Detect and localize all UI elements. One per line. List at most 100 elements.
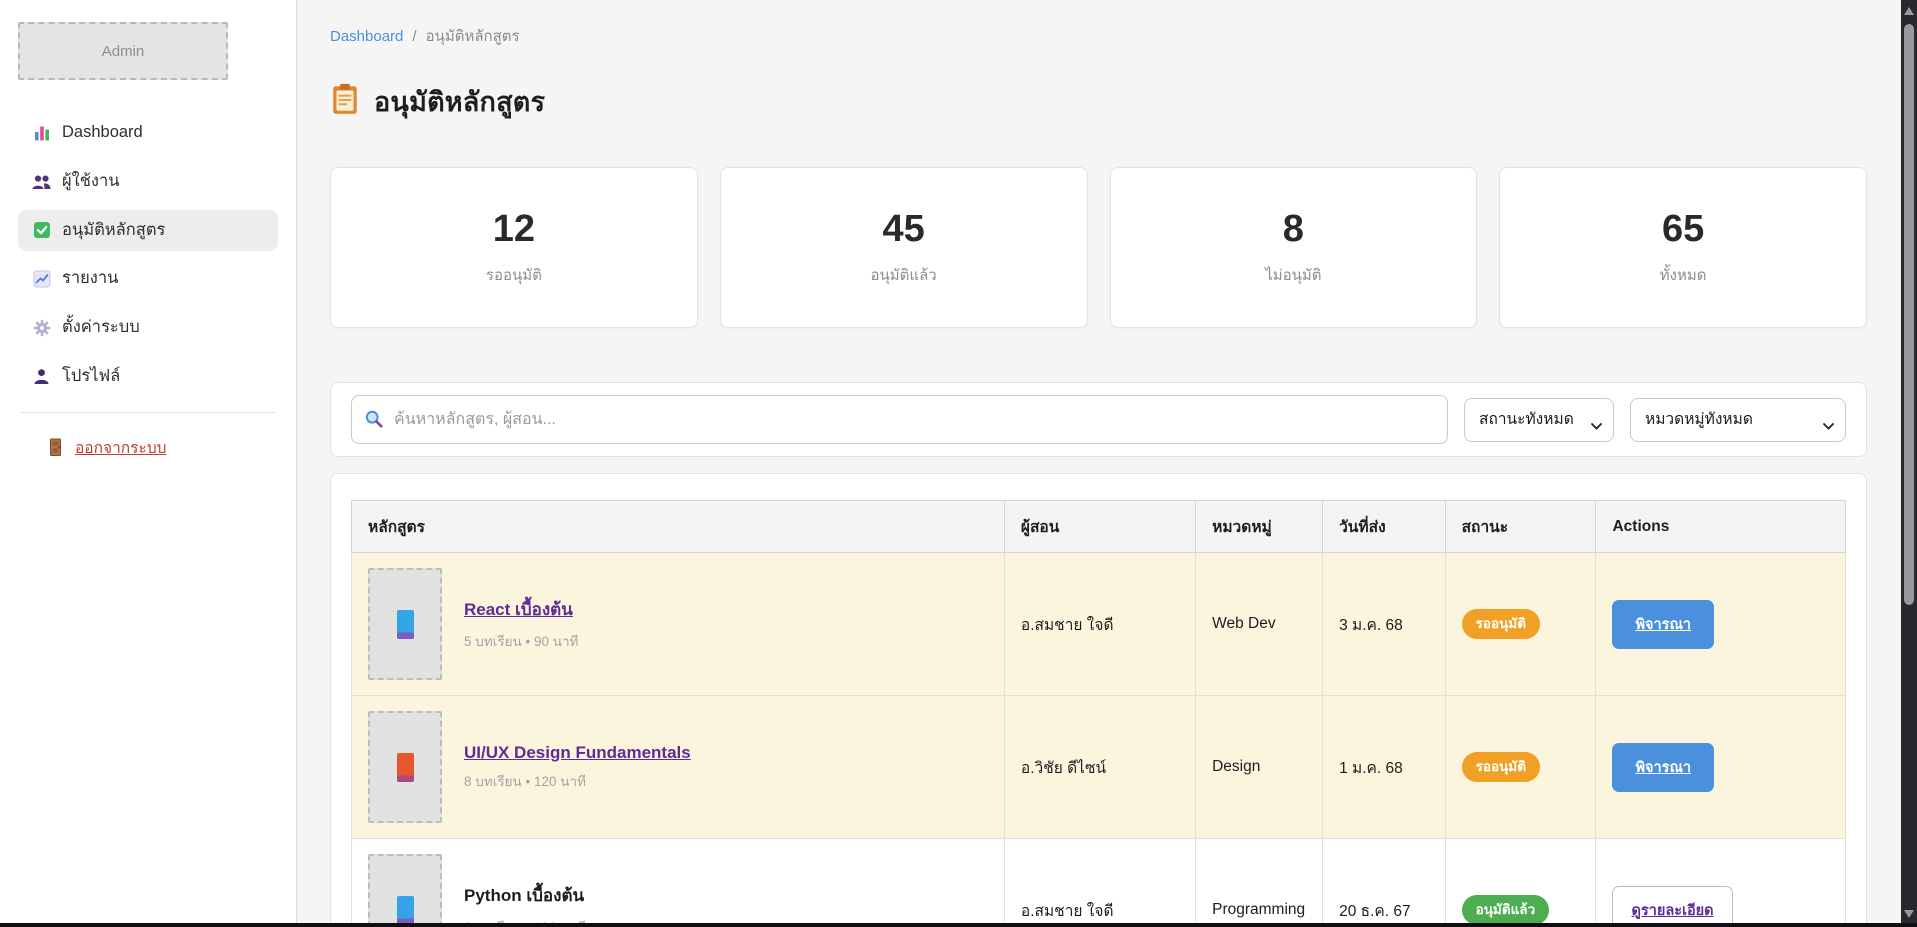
column-header-5: Actions (1596, 501, 1846, 553)
search-field (351, 395, 1448, 444)
logout-link[interactable]: ออกจากระบบ (46, 435, 278, 460)
check-square-icon (32, 221, 51, 239)
actions-cell: พิจารณา (1596, 553, 1846, 696)
table-row: React เบื้องต้น 5 บทเรียน • 90 นาที อ.สมชา… (352, 553, 1846, 696)
course-title-link[interactable]: UI/UX Design Fundamentals (464, 743, 691, 762)
status-badge: รออนุมัติ (1462, 752, 1540, 782)
course-table-panel: หลักสูตรผู้สอนหมวดหมู่วันที่ส่งสถานะActi… (330, 473, 1867, 927)
stat-value: 8 (1283, 208, 1304, 251)
course-title-link[interactable]: React เบื้องต้น (464, 600, 573, 619)
course-cell: UI/UX Design Fundamentals8 บทเรียน • 120… (352, 696, 1005, 839)
status-cell: อนุมัติแล้ว (1445, 839, 1596, 927)
window-bottom-edge (0, 923, 1917, 927)
course-info: Python เบื้องต้น8 บทเรียน • 120 นาที (464, 882, 586, 927)
scrollbar-thumb[interactable] (1904, 24, 1914, 605)
sidebar-item-label: อนุมัติหลักสูตร (62, 221, 165, 241)
course-thumbnail (368, 711, 442, 823)
course-title: Python เบื้องต้น (464, 882, 586, 909)
sidebar-item-profile[interactable]: โปรไฟล์ (18, 356, 278, 398)
stat-label: ไม่อนุมัติ (1265, 263, 1321, 287)
course-meta: 5 บทเรียน • 90 นาที (464, 630, 578, 652)
page-title: อนุมัติหลักสูตร (374, 80, 545, 123)
course-thumbnail-glyph (397, 753, 414, 782)
main-content: Dashboard / อนุมัติหลักสูตร อนุมัติหลักส… (297, 0, 1901, 927)
page-header: อนุมัติหลักสูตร (330, 80, 1867, 123)
breadcrumb-current: อนุมัติหลักสูตร (426, 24, 520, 48)
actions-cell: พิจารณา (1596, 696, 1846, 839)
sidebar-item-label: รายงาน (62, 269, 118, 289)
scrollbar-up-arrow[interactable] (1904, 7, 1914, 15)
review-button[interactable]: พิจารณา (1612, 600, 1714, 649)
course-cell-content: React เบื้องต้น 5 บทเรียน • 90 นาที (368, 568, 988, 680)
status-badge: อนุมัติแล้ว (1462, 895, 1550, 925)
course-thumbnail (368, 568, 442, 680)
view-details-button[interactable]: ดูรายละเอียด (1612, 886, 1732, 927)
sidebar-item-label: โปรไฟล์ (62, 367, 120, 387)
sidebar-item-reports[interactable]: รายงาน (18, 258, 278, 300)
breadcrumb: Dashboard / อนุมัติหลักสูตร (330, 24, 1867, 48)
breadcrumb-separator: / (412, 28, 416, 45)
stat-value: 65 (1662, 208, 1704, 251)
actions-cell: ดูรายละเอียด (1596, 839, 1846, 927)
sidebar-item-course-approval[interactable]: อนุมัติหลักสูตร (18, 210, 278, 252)
column-header-1: ผู้สอน (1004, 501, 1195, 553)
review-button[interactable]: พิจารณา (1612, 743, 1714, 792)
column-header-3: วันที่ส่ง (1323, 501, 1446, 553)
gear-icon (32, 319, 51, 337)
course-info: React เบื้องต้น 5 บทเรียน • 90 นาที (464, 596, 578, 652)
table-row: Python เบื้องต้น8 บทเรียน • 120 นาทีอ.สม… (352, 839, 1846, 927)
door-icon (46, 438, 65, 456)
stat-card-1: 45 อนุมัติแล้ว (720, 167, 1088, 328)
person-icon (32, 368, 51, 385)
status-filter: สถานะทั้งหมด (1464, 398, 1614, 442)
course-cell-content: UI/UX Design Fundamentals8 บทเรียน • 120… (368, 711, 988, 823)
table-header-row: หลักสูตรผู้สอนหมวดหมู่วันที่ส่งสถานะActi… (352, 501, 1846, 553)
app-root: Admin Dashboardผู้ใช้งานอนุมัติหลักสูตรร… (0, 0, 1917, 927)
logout-label: ออกจากระบบ (75, 435, 167, 460)
clipboard-icon (330, 83, 360, 120)
date-cell: 1 ม.ค. 68 (1323, 696, 1446, 839)
table-row: UI/UX Design Fundamentals8 บทเรียน • 120… (352, 696, 1846, 839)
status-filter-select[interactable]: สถานะทั้งหมด (1464, 398, 1614, 442)
category-filter: หมวดหมู่ทั้งหมด (1630, 398, 1846, 442)
stat-value: 12 (493, 208, 535, 251)
status-badge: รออนุมัติ (1462, 609, 1540, 639)
column-header-0: หลักสูตร (352, 501, 1005, 553)
category-cell: Design (1196, 696, 1323, 839)
sidebar-item-label: Dashboard (62, 123, 143, 143)
sidebar-divider (20, 412, 276, 413)
category-cell: Programming (1196, 839, 1323, 927)
stat-value: 45 (882, 208, 924, 251)
course-cell: React เบื้องต้น 5 บทเรียน • 90 นาที (352, 553, 1005, 696)
search-input[interactable] (351, 395, 1448, 444)
column-header-4: สถานะ (1445, 501, 1596, 553)
course-cell: Python เบื้องต้น8 บทเรียน • 120 นาที (352, 839, 1005, 927)
instructor-cell: อ.สมชาย ใจดี (1004, 553, 1195, 696)
instructor-cell: อ.วิชัย ดีไซน์ (1004, 696, 1195, 839)
stat-card-2: 8 ไม่อนุมัติ (1110, 167, 1478, 328)
course-thumbnail-glyph (397, 896, 414, 925)
stats-row: 12รออนุมัติ 45 อนุมัติแล้ว 8 ไม่อนุมัติ 65ทั้… (330, 167, 1867, 328)
category-filter-select[interactable]: หมวดหมู่ทั้งหมด (1630, 398, 1846, 442)
sidebar-item-dashboard[interactable]: Dashboard (18, 112, 278, 154)
breadcrumb-dashboard-link[interactable]: Dashboard (330, 28, 403, 45)
course-cell-content: Python เบื้องต้น8 บทเรียน • 120 นาที (368, 854, 988, 927)
course-info: UI/UX Design Fundamentals8 บทเรียน • 120… (464, 743, 691, 792)
stat-card-3: 65ทั้งหมด (1499, 167, 1867, 328)
column-header-2: หมวดหมู่ (1196, 501, 1323, 553)
stat-label: อนุมัติแล้ว (871, 263, 937, 287)
course-thumbnail-glyph (397, 610, 414, 639)
status-cell: รออนุมัติ (1445, 696, 1596, 839)
filter-panel: สถานะทั้งหมด หมวดหมู่ทั้งหมด (330, 382, 1867, 457)
sidebar-nav: Dashboard ผู้ใช้งานอนุมัติหลักสูตรรายงานต… (18, 112, 278, 398)
scrollbar[interactable] (1901, 0, 1917, 927)
bar-chart-icon (32, 124, 51, 142)
stat-card-0: 12รออนุมัติ (330, 167, 698, 328)
admin-logo: Admin (18, 22, 228, 80)
scrollbar-down-arrow[interactable] (1904, 910, 1914, 918)
date-cell: 20 ธ.ค. 67 (1323, 839, 1446, 927)
sidebar-item-users[interactable]: ผู้ใช้งาน (18, 161, 278, 203)
date-cell: 3 ม.ค. 68 (1323, 553, 1446, 696)
course-thumbnail (368, 854, 442, 927)
sidebar-item-settings[interactable]: ตั้งค่าระบบ (18, 307, 278, 349)
